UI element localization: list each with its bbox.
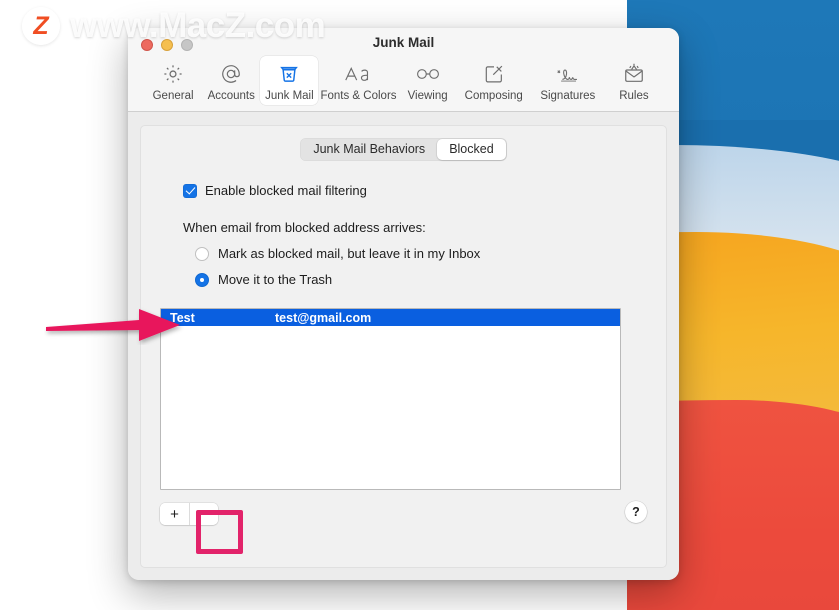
row-name: Test [170, 311, 275, 325]
blocked-settings-panel: Junk Mail Behaviors Blocked Enable block… [140, 125, 667, 568]
toolbar-item-fonts-colors[interactable]: Fonts & Colors [318, 56, 398, 105]
signature-icon [554, 61, 582, 87]
row-address: test@gmail.com [275, 311, 620, 325]
toolbar-label: Fonts & Colors [320, 90, 396, 102]
tab-blocked[interactable]: Blocked [437, 139, 505, 160]
table-row[interactable]: Test test@gmail.com [161, 309, 620, 326]
toolbar-item-general[interactable]: General [144, 56, 202, 105]
toolbar-item-signatures[interactable]: Signatures [531, 56, 605, 105]
glasses-icon [415, 61, 441, 87]
rules-mail-icon [622, 61, 646, 87]
enable-blocked-filtering-label: Enable blocked mail filtering [205, 183, 367, 198]
toolbar-label: Signatures [540, 90, 595, 102]
gear-icon [162, 61, 184, 87]
help-button[interactable]: ? [625, 501, 647, 523]
toolbar-item-junk-mail[interactable]: Junk Mail [260, 56, 318, 105]
enable-blocked-filtering-checkbox[interactable] [183, 184, 197, 198]
radio-label: Move it to the Trash [218, 272, 332, 287]
at-sign-icon [220, 61, 242, 87]
junk-mail-preferences-window: Junk Mail General [128, 28, 679, 580]
radio-row-move-to-trash[interactable]: Move it to the Trash [195, 272, 666, 287]
radio-move-to-trash[interactable] [195, 273, 209, 287]
screen: Junk Mail General [0, 0, 839, 610]
maczo-logo-icon: Z [22, 7, 60, 45]
window-titlebar: Junk Mail General [128, 28, 679, 112]
toolbar-item-accounts[interactable]: Accounts [202, 56, 260, 105]
window-title: Junk Mail [128, 35, 679, 50]
junk-bin-icon [278, 61, 300, 87]
list-action-bar: + − ? [160, 501, 647, 535]
toolbar-label: Composing [465, 90, 523, 102]
radio-label: Mark as blocked mail, but leave it in my… [218, 246, 480, 261]
settings-body: Enable blocked mail filtering When email… [141, 161, 666, 325]
radio-mark-as-blocked[interactable] [195, 247, 209, 261]
radio-row-mark-as-blocked[interactable]: Mark as blocked mail, but leave it in my… [195, 246, 666, 261]
toolbar-label: Junk Mail [265, 90, 314, 102]
toolbar-label: Viewing [408, 90, 448, 102]
font-aa-icon [344, 61, 374, 87]
enable-blocked-filtering-row[interactable]: Enable blocked mail filtering [183, 183, 666, 198]
tab-junk-mail-behaviors[interactable]: Junk Mail Behaviors [301, 139, 437, 160]
toolbar-label: General [153, 90, 194, 102]
toolbar-item-viewing[interactable]: Viewing [399, 56, 457, 105]
toolbar-item-rules[interactable]: Rules [605, 56, 663, 105]
segmented-control[interactable]: Junk Mail Behaviors Blocked [300, 138, 506, 161]
preferences-content: Junk Mail Behaviors Blocked Enable block… [128, 113, 679, 580]
toolbar-label: Accounts [208, 90, 255, 102]
arrival-behavior-label: When email from blocked address arrives: [183, 220, 666, 235]
tab-bar: Junk Mail Behaviors Blocked [141, 126, 666, 161]
remove-address-button[interactable]: − [189, 503, 218, 525]
add-remove-segmented[interactable]: + − [160, 503, 218, 525]
preferences-toolbar: General Accounts [128, 56, 679, 105]
add-address-button[interactable]: + [160, 503, 189, 525]
toolbar-item-composing[interactable]: Composing [457, 56, 531, 105]
blocked-addresses-list[interactable]: Test test@gmail.com [160, 308, 621, 490]
toolbar-label: Rules [619, 90, 648, 102]
compose-icon [483, 61, 505, 87]
